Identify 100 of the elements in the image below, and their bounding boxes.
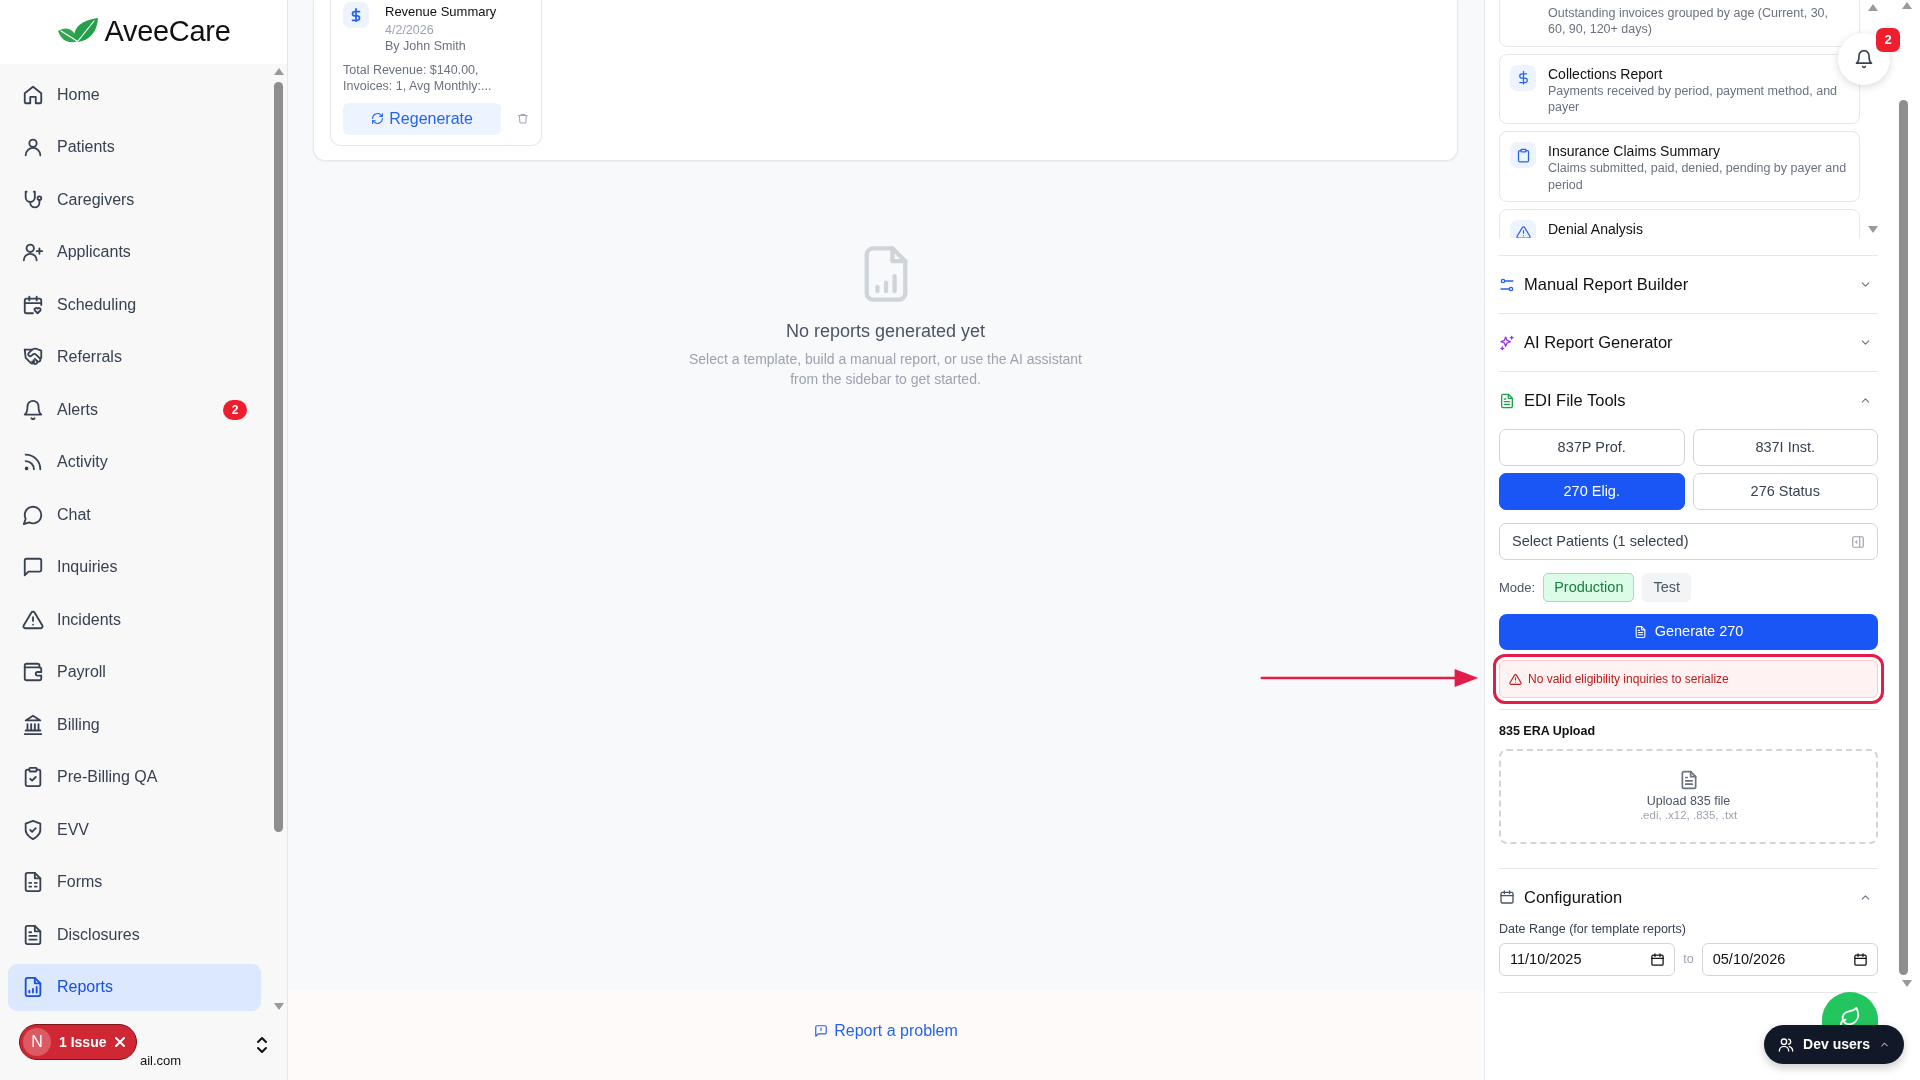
file-drop-zone[interactable]: Upload 835 file .edi, .x12, .835, .txt [1499, 748, 1878, 844]
sidebar-item[interactable]: Home [8, 71, 261, 118]
clipboard-icon [1515, 147, 1531, 163]
mode-toggle[interactable]: Test [1642, 573, 1692, 602]
section-header[interactable]: Manual Report Builder [1499, 256, 1878, 313]
sparkles-icon [1499, 334, 1515, 351]
report-problem-link[interactable]: Report a problem [814, 1019, 958, 1043]
chevrons-up-down-icon [255, 1036, 269, 1054]
sidebar-item[interactable]: Billing [8, 701, 261, 748]
panel-icon [1851, 534, 1865, 549]
sidebar-item[interactable]: Scheduling [8, 281, 261, 328]
sidebar-item[interactable]: EVV [8, 806, 261, 853]
warning-icon [1515, 225, 1531, 238]
handshake-icon [22, 346, 44, 368]
sidebar-item[interactable]: Chat [8, 491, 261, 538]
notification-button[interactable] [1838, 33, 1890, 85]
sidebar-item[interactable]: Activity [8, 438, 261, 486]
date-field[interactable]: 11/10/2025 [1499, 942, 1676, 976]
regenerate-button[interactable]: Regenerate [343, 102, 502, 135]
sidebar-item[interactable]: Reports [8, 963, 261, 1011]
flag-message-icon [814, 1024, 829, 1038]
logo-text: AveeCare [104, 14, 231, 50]
users-icon [1778, 1036, 1795, 1053]
close-icon [114, 1036, 127, 1048]
assistant-button[interactable] [1822, 992, 1878, 1025]
issue-badge[interactable]: N 1 Issue [19, 1024, 138, 1060]
file-text-icon [1633, 625, 1647, 639]
warning-icon [1509, 672, 1522, 686]
template-title: Insurance Claims Summary [1548, 142, 1721, 161]
upload-prompt: Upload 835 file [1646, 793, 1731, 810]
template-card[interactable]: Insurance Claims Summary Claims submitted, paid, denied, pending by payer and period [1499, 131, 1860, 202]
report-date: 4/2/2026 [385, 21, 435, 38]
sidebar-item[interactable]: Forms [8, 858, 261, 906]
format-tab[interactable]: 270 Elig. [1499, 473, 1685, 510]
report-title: Revenue Summary [385, 3, 497, 21]
empty-state-description: Select a template, build a manual report, or use the AI assistant from the sidebar to get started. [688, 350, 1083, 390]
user-plus-icon [22, 241, 44, 263]
template-description: Outstanding invoices grouped by age (Current, 30, 60, 90, 120+ days) [1548, 5, 1830, 38]
user-email: ail.com [140, 1051, 182, 1070]
scroll-up-arrow[interactable] [1868, 4, 1878, 11]
template-description: Payments received by period, payment method, and payer [1548, 82, 1839, 116]
leaf-icon [1839, 1006, 1861, 1025]
sidebar-item[interactable]: Applicants [8, 228, 261, 276]
report-summary: Total Revenue: $140.00, Invoices: 1, Avg Monthly:... [343, 62, 493, 95]
file-text-icon [1499, 392, 1515, 409]
file-types: .edi, .x12, .835, .txt [1639, 809, 1738, 824]
sidebar-item[interactable]: Inquiries [8, 543, 261, 591]
format-tab[interactable]: 837P Prof. [1499, 429, 1685, 466]
stethoscope-icon [22, 188, 44, 211]
trash-icon[interactable] [517, 112, 529, 125]
sidebar-item[interactable]: Incidents [8, 596, 261, 643]
date-field[interactable]: 05/10/2026 [1701, 942, 1878, 976]
date-range-label: Date Range (for template reports) [1499, 920, 1687, 938]
sidebar-item[interactable]: Caregivers [8, 176, 261, 223]
calendar-icon [1650, 951, 1666, 967]
sidebar-item[interactable]: Payroll [8, 648, 261, 696]
form-icon [22, 871, 44, 893]
dollar-icon [350, 8, 362, 22]
template-card[interactable]: Denial Analysis [1499, 208, 1860, 238]
avatar: N [23, 1028, 51, 1056]
sliders-icon [1499, 276, 1515, 293]
scrollbar-thumb[interactable] [274, 82, 283, 832]
notification-badge: 2 [1876, 28, 1900, 52]
range-separator: to [1683, 950, 1694, 968]
empty-state-title: No reports generated yet [785, 320, 986, 343]
rss-icon [22, 451, 44, 473]
sidebar-item[interactable]: Alerts 2 [8, 386, 261, 433]
wallet-icon [22, 661, 44, 683]
file-text-icon [22, 923, 44, 946]
generate-button[interactable]: Generate 270 [1499, 614, 1878, 650]
template-description: Claims submitted, paid, denied, pending by payer and period [1548, 160, 1847, 193]
calendar-icon [1499, 889, 1515, 906]
bell-icon [1854, 49, 1874, 69]
shield-check-icon [22, 818, 44, 841]
format-tab[interactable]: 837I Inst. [1692, 429, 1878, 466]
section-header[interactable]: AI Report Generator [1499, 314, 1878, 371]
bank-icon [22, 713, 44, 736]
sidebar-item[interactable]: Pre-Billing QA [8, 753, 261, 801]
sidebar-item[interactable]: Disclosures [8, 911, 261, 958]
scroll-down-arrow[interactable] [1868, 226, 1878, 233]
scrollbar-thumb[interactable] [1899, 100, 1908, 975]
file-chart-icon [22, 976, 44, 998]
bell-icon [22, 398, 44, 421]
format-tab[interactable]: 276 Status [1692, 473, 1878, 510]
template-title: Denial Analysis [1548, 219, 1643, 238]
patient-select[interactable]: Select Patients (1 selected) [1499, 523, 1878, 560]
section-header[interactable]: EDI File Tools [1499, 372, 1878, 429]
dev-users-button[interactable]: Dev users [1764, 1025, 1904, 1064]
calendar-heart-icon [22, 293, 44, 316]
chat-bubble-icon [22, 503, 44, 526]
warning-icon [22, 608, 44, 631]
scroll-up-arrow[interactable] [1902, 2, 1912, 9]
mode-toggle[interactable]: Production [1543, 573, 1635, 602]
sidebar-item[interactable]: Patients [8, 123, 261, 171]
home-icon [22, 83, 44, 106]
user-icon [22, 136, 44, 158]
sidebar-item[interactable]: Referrals [8, 333, 261, 381]
calendar-icon [1853, 951, 1868, 967]
clipboard-check-icon [22, 766, 44, 788]
scroll-down-arrow[interactable] [1902, 980, 1912, 987]
